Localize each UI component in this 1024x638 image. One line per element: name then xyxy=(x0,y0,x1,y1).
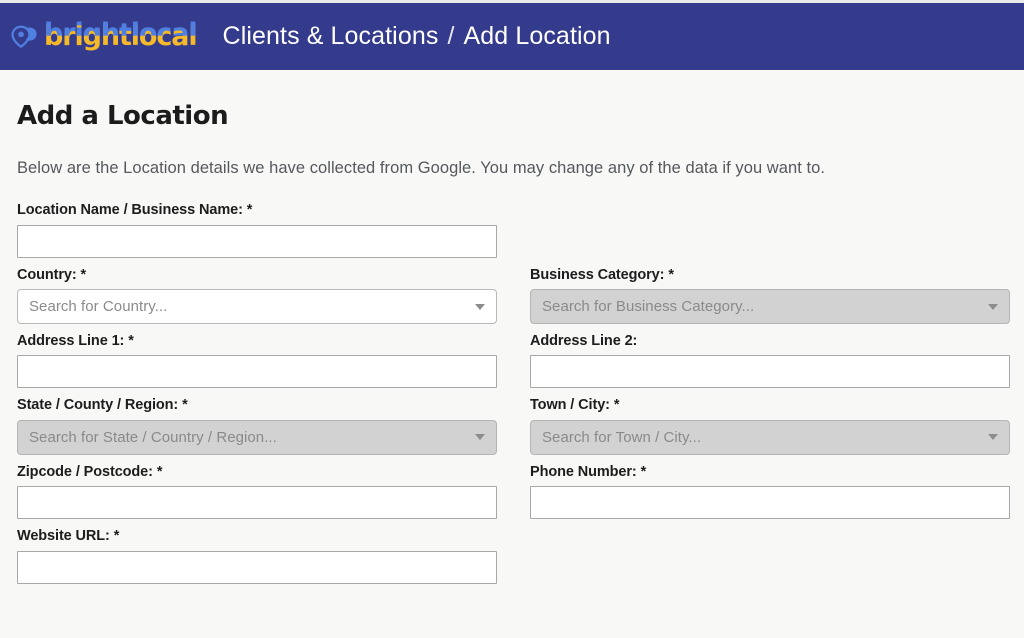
required-marker: * xyxy=(182,397,188,414)
field-state-county-region: State / County / Region: * Search for St… xyxy=(17,397,497,455)
label-text: Business Category: xyxy=(530,266,665,283)
required-marker: * xyxy=(640,463,647,480)
breadcrumb: Clients & Locations / Add Location xyxy=(223,22,611,51)
field-town-city: Town / City: * Search for Town / City... xyxy=(530,397,1010,455)
phone-number-input[interactable] xyxy=(530,486,1010,520)
breadcrumb-separator: / xyxy=(447,22,455,50)
required-marker: * xyxy=(113,528,120,545)
field-business-category: Business Category: * Search for Business… xyxy=(530,267,1010,325)
town-city-select: Search for Town / City... xyxy=(530,419,1010,455)
form-row-6: Website URL: * xyxy=(17,528,1007,592)
label-text: Zipcode / Postcode: xyxy=(17,463,153,480)
label-text: Town / City: xyxy=(530,397,610,414)
label-text: Address Line 1: xyxy=(17,333,125,350)
form-row-1: Location Name / Business Name: * xyxy=(17,202,1007,266)
label-text: Website URL: xyxy=(17,528,110,545)
label-town-city: Town / City: * xyxy=(530,397,1010,414)
chevron-down-icon xyxy=(475,303,485,310)
label-text: State / County / Region: xyxy=(17,397,179,414)
address-line-1-input[interactable] xyxy=(17,355,497,389)
address-line-2-input[interactable] xyxy=(530,355,1010,389)
page-subtitle: Below are the Location details we have c… xyxy=(17,159,825,178)
label-address-line-2: Address Line 2: xyxy=(530,333,1010,350)
field-address-line-2: Address Line 2: xyxy=(530,333,1010,389)
map-pin-icon xyxy=(11,25,37,48)
label-text: Phone Number: xyxy=(530,463,637,480)
form-row-4: State / County / Region: * Search for St… xyxy=(17,397,1010,463)
field-zipcode-postcode: Zipcode / Postcode: * xyxy=(17,464,497,520)
label-text: Address Line 2: xyxy=(530,333,638,350)
app-header: brightlocal brightlocal Clients & Locati… xyxy=(0,3,1024,70)
logo-wordmark: brightlocal brightlocal xyxy=(44,20,198,52)
breadcrumb-parent[interactable]: Clients & Locations xyxy=(223,22,439,51)
brightlocal-logo[interactable]: brightlocal brightlocal xyxy=(10,20,198,53)
breadcrumb-current: Add Location xyxy=(463,22,611,50)
form-row-3: Address Line 1: * Address Line 2: xyxy=(17,333,1010,397)
form-row-2: Country: * Search for Country... Busines… xyxy=(17,267,1010,333)
location-name-input[interactable] xyxy=(17,224,497,258)
required-marker: * xyxy=(246,202,253,219)
chevron-down-icon xyxy=(475,434,485,441)
label-phone-number: Phone Number: * xyxy=(530,464,1010,481)
label-text: Location Name / Business Name: xyxy=(17,202,243,219)
town-city-select-placeholder: Search for Town / City... xyxy=(542,429,702,445)
label-business-category: Business Category: * xyxy=(530,267,1010,284)
country-select-placeholder: Search for Country... xyxy=(29,299,168,315)
required-marker: * xyxy=(80,266,87,283)
label-text: Country: xyxy=(17,266,77,283)
required-marker: * xyxy=(156,463,163,480)
logo-wordmark-lower: brightlocal xyxy=(44,21,198,52)
business-category-select: Search for Business Category... xyxy=(530,289,1010,325)
required-marker: * xyxy=(128,333,134,350)
page-title: Add a Location xyxy=(17,101,229,131)
field-website-url: Website URL: * xyxy=(17,528,497,584)
label-state-county-region: State / County / Region: * xyxy=(17,397,497,414)
state-county-region-select: Search for State / Country / Region... xyxy=(17,419,497,455)
label-location-name: Location Name / Business Name: * xyxy=(17,202,497,219)
label-zipcode-postcode: Zipcode / Postcode: * xyxy=(17,464,497,481)
page-content: Add a Location Below are the Location de… xyxy=(0,101,1024,593)
chevron-down-icon xyxy=(988,434,998,441)
field-location-name: Location Name / Business Name: * xyxy=(17,202,497,258)
field-country: Country: * Search for Country... xyxy=(17,267,497,325)
label-address-line-1: Address Line 1: * xyxy=(17,333,497,350)
business-category-select-placeholder: Search for Business Category... xyxy=(542,299,755,315)
required-marker: * xyxy=(613,397,620,414)
website-url-input[interactable] xyxy=(17,550,497,584)
state-county-region-select-placeholder: Search for State / Country / Region... xyxy=(29,429,277,445)
field-address-line-1: Address Line 1: * xyxy=(17,333,497,389)
country-select[interactable]: Search for Country... xyxy=(17,289,497,325)
field-phone-number: Phone Number: * xyxy=(530,464,1010,520)
zipcode-postcode-input[interactable] xyxy=(17,486,497,520)
add-location-form: Location Name / Business Name: * Country… xyxy=(17,202,1010,592)
chevron-down-icon xyxy=(988,303,998,310)
label-website-url: Website URL: * xyxy=(17,528,497,545)
form-row-5: Zipcode / Postcode: * Phone Number: * xyxy=(17,464,1010,528)
required-marker: * xyxy=(668,266,674,283)
label-country: Country: * xyxy=(17,267,497,284)
